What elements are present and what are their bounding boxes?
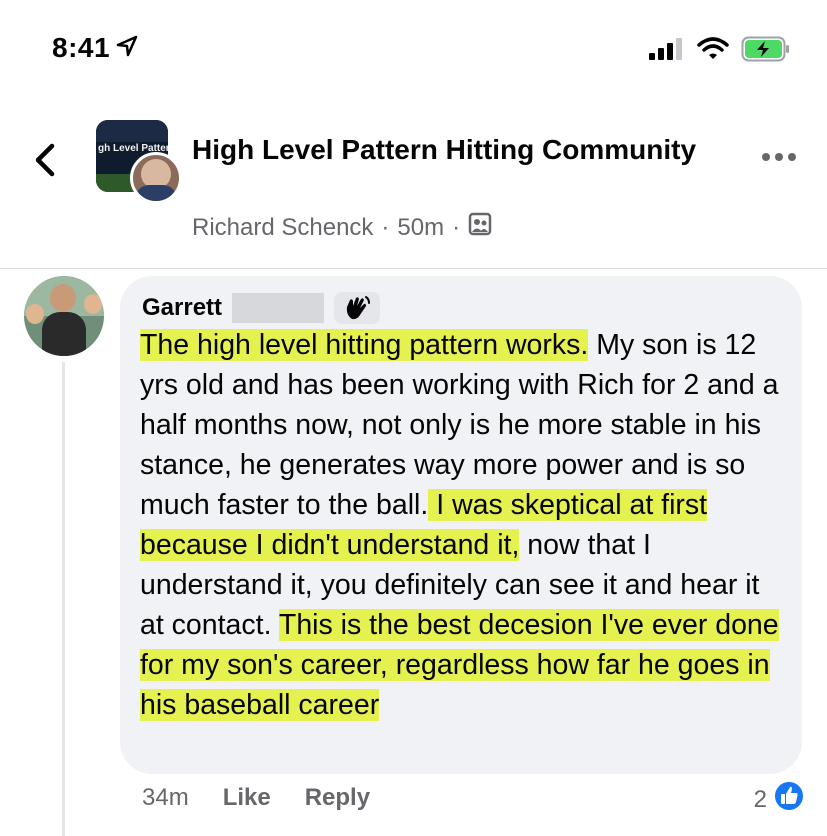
meta-separator-2: · [452,213,461,241]
comment-author-row: Garrett [142,292,381,324]
comment-author[interactable]: Garrett [142,294,222,322]
clock: 8:41 [52,32,111,63]
reaction-count: 2 [753,785,767,813]
comment-time[interactable]: 34m [142,784,189,812]
battery-charging-icon [741,36,791,67]
group-members-icon [468,212,492,243]
wifi-icon [697,37,729,66]
commenter-avatar[interactable] [24,276,104,356]
header-divider [0,268,827,269]
more-options-button[interactable] [761,150,797,168]
signal-icon [649,38,685,65]
post-author[interactable]: Richard Schenck [192,214,373,242]
status-icons [649,36,791,67]
meta-separator: · [381,213,390,241]
thread-line [62,362,65,836]
more-dots-icon [761,150,797,167]
post-meta: Richard Schenck · 50m · [192,212,492,243]
poster-avatar[interactable] [130,152,182,204]
like-thumb-icon [773,780,805,819]
post-time[interactable]: 50m [397,214,444,242]
redacted-surname [232,293,325,323]
like-button[interactable]: Like [223,784,271,812]
reaction-summary[interactable]: 2 [754,780,805,819]
location-arrow-icon [116,32,138,64]
highlighted-text: The high level hitting pattern works. [140,329,589,361]
back-button[interactable] [30,140,62,180]
reply-button[interactable]: Reply [305,784,370,812]
group-title[interactable]: High Level Pattern Hitting Community [192,130,712,170]
comment-actions: 34m Like Reply [142,784,370,812]
status-time: 8:41 [52,32,138,64]
comment-text: The high level hitting pattern works. My… [140,325,790,725]
waving-hand-icon[interactable] [334,292,381,324]
chevron-left-icon [30,143,62,184]
